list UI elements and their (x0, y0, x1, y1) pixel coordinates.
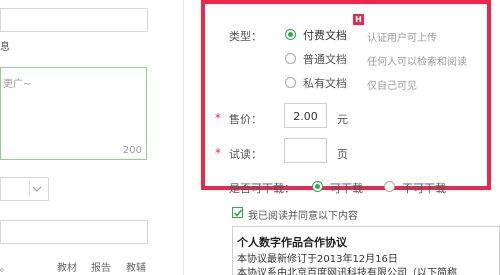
char-count: 200 (122, 145, 142, 156)
radio-paid-doc[interactable] (285, 29, 296, 40)
tag-prefix: 。 (0, 263, 10, 274)
agree-checkbox[interactable] (232, 207, 243, 218)
type-label: 类型： (229, 30, 262, 43)
download-yes-label[interactable]: 可下载 (330, 180, 363, 196)
option-normal-desc: 任何人可以检索和阅读 (367, 57, 467, 68)
tag-item[interactable]: 报告 (91, 259, 111, 274)
title-input[interactable] (0, 8, 148, 32)
tags-input[interactable] (0, 220, 148, 244)
chevron-down-icon (32, 186, 42, 192)
agreement-line: 本协议最新修订于2013年12月16日 (237, 254, 398, 265)
required-mark: * (215, 146, 221, 160)
new-badge: H (353, 14, 364, 25)
chevron-down-icon (29, 181, 30, 197)
trial-label: 试读： (229, 148, 262, 161)
agreement-title: 个人数字作品合作协议 (237, 236, 347, 249)
agreement-line: 本协议系由北京百度网讯科技有限公司（以下简称 (237, 268, 457, 275)
textarea-text: 更广~ (3, 79, 32, 90)
option-paid-label[interactable]: 付费文档 (303, 27, 347, 43)
download-no-label[interactable]: 不可下载 (402, 180, 446, 196)
price-unit: 元 (337, 113, 348, 126)
tag-item[interactable]: 教辅 (126, 259, 146, 274)
agree-text[interactable]: 我已阅读并同意以下内容 (248, 207, 358, 222)
trial-unit: 页 (337, 148, 348, 161)
trial-pages-input[interactable] (284, 138, 327, 163)
option-private-label[interactable]: 私有文档 (303, 75, 347, 91)
radio-private-doc[interactable] (285, 77, 296, 88)
price-label: 售价： (229, 113, 262, 126)
radio-not-downloadable[interactable] (384, 181, 395, 192)
category-select[interactable] (0, 177, 49, 201)
downloadable-label: 是否可下载： (229, 182, 295, 195)
description-textarea[interactable]: 更广~ 200 (0, 67, 147, 160)
agreement-panel[interactable]: 个人数字作品合作协议 本协议最新修订于2013年12月16日 本协议系由北京百度… (232, 226, 500, 275)
tag-list: 。 教材 报告 教辅 (0, 259, 183, 275)
option-normal-label[interactable]: 普通文档 (303, 51, 347, 67)
radio-downloadable[interactable] (312, 181, 323, 192)
option-paid-desc: 认证用户可上传 (367, 33, 437, 44)
price-value: 2.00 (293, 110, 318, 123)
column-divider (183, 0, 184, 275)
price-input[interactable]: 2.00 (284, 103, 327, 128)
radio-normal-doc[interactable] (285, 53, 296, 64)
section-label: 息 (0, 42, 10, 53)
option-private-desc: 仅自己可见 (367, 81, 417, 92)
check-icon (233, 209, 243, 217)
required-mark: * (215, 111, 221, 125)
tag-item[interactable]: 教材 (57, 259, 77, 274)
